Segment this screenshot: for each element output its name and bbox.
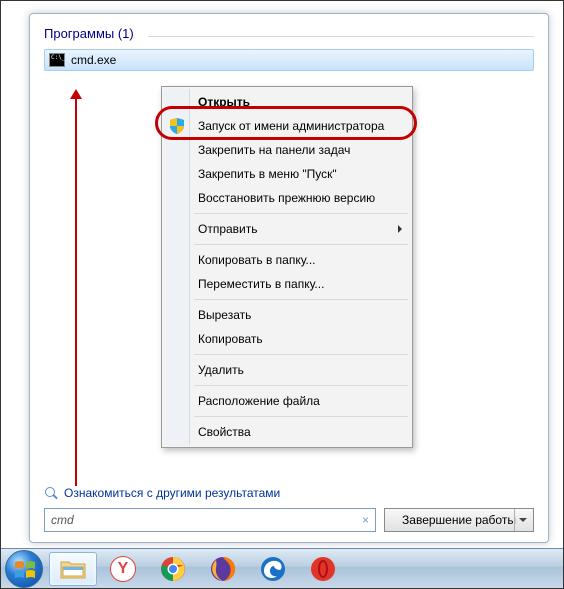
- ctx-cut-label: Вырезать: [198, 308, 251, 322]
- ctx-copy-label: Копировать: [198, 332, 263, 346]
- ctx-file-location[interactable]: Расположение файла: [164, 389, 410, 413]
- ctx-send-to-label: Отправить: [198, 222, 258, 236]
- shutdown-divider: [514, 509, 515, 531]
- ctx-properties[interactable]: Свойства: [164, 420, 410, 444]
- ctx-copy-to-folder[interactable]: Копировать в папку...: [164, 248, 410, 272]
- opera-icon: [310, 556, 336, 582]
- taskbar-explorer[interactable]: [49, 552, 97, 586]
- taskbar: Y: [1, 548, 563, 588]
- search-result-cmd[interactable]: cmd.exe: [44, 49, 534, 71]
- ctx-separator: [194, 385, 408, 386]
- ctx-cut[interactable]: Вырезать: [164, 303, 410, 327]
- uac-shield-icon: [170, 118, 184, 134]
- taskbar-edge[interactable]: [249, 552, 297, 586]
- ctx-run-as-admin[interactable]: Запуск от имени администратора: [164, 114, 410, 138]
- start-button[interactable]: [5, 550, 43, 588]
- taskbar-yandex[interactable]: Y: [99, 552, 147, 586]
- ctx-pin-taskbar-label: Закрепить на панели задач: [198, 143, 350, 157]
- ctx-pin-taskbar[interactable]: Закрепить на панели задач: [164, 138, 410, 162]
- search-icon: [44, 486, 58, 500]
- ctx-move-to-folder[interactable]: Переместить в папку...: [164, 272, 410, 296]
- ctx-properties-label: Свойства: [198, 425, 251, 439]
- ctx-move-to-label: Переместить в папку...: [198, 277, 324, 291]
- taskbar-firefox[interactable]: [199, 552, 247, 586]
- chrome-icon: [160, 556, 186, 582]
- edge-icon: [260, 556, 286, 582]
- ctx-separator: [194, 244, 408, 245]
- shutdown-button[interactable]: Завершение работы: [384, 508, 534, 532]
- ctx-restore-previous[interactable]: Восстановить прежнюю версию: [164, 186, 410, 210]
- ctx-separator: [194, 299, 408, 300]
- ctx-send-to[interactable]: Отправить: [164, 217, 410, 241]
- ctx-restore-previous-label: Восстановить прежнюю версию: [198, 191, 375, 205]
- ctx-pin-start-label: Закрепить в меню "Пуск": [198, 167, 337, 181]
- see-more-results-label: Ознакомиться с другими результатами: [64, 486, 280, 500]
- clear-search-icon[interactable]: ×: [362, 513, 369, 527]
- context-menu: Открыть Запуск от имени администратора З…: [161, 86, 413, 448]
- start-menu-bottom-row: cmd × Завершение работы: [44, 508, 534, 532]
- see-more-results-link[interactable]: Ознакомиться с другими результатами: [44, 486, 280, 500]
- taskbar-opera[interactable]: [299, 552, 347, 586]
- ctx-separator: [194, 354, 408, 355]
- ctx-separator: [194, 416, 408, 417]
- chevron-right-icon[interactable]: [519, 518, 527, 522]
- ctx-file-location-label: Расположение файла: [198, 394, 320, 408]
- programs-section-label: Программы (1): [44, 26, 134, 41]
- ctx-separator: [194, 213, 408, 214]
- search-input[interactable]: cmd ×: [44, 508, 376, 532]
- firefox-icon: [210, 556, 236, 582]
- search-input-value: cmd: [51, 513, 74, 527]
- taskbar-chrome[interactable]: [149, 552, 197, 586]
- ctx-copy-to-label: Копировать в папку...: [198, 253, 316, 267]
- file-explorer-icon: [60, 558, 86, 580]
- programs-section-header: Программы (1): [44, 26, 534, 43]
- search-result-label: cmd.exe: [71, 53, 116, 67]
- submenu-arrow-icon: [398, 225, 402, 233]
- ctx-open[interactable]: Открыть: [164, 90, 410, 114]
- ctx-run-as-admin-label: Запуск от имени администратора: [198, 119, 384, 133]
- shutdown-label: Завершение работы: [402, 513, 516, 527]
- cmd-icon: [49, 53, 65, 67]
- windows-logo-icon: [14, 559, 36, 581]
- ctx-delete-label: Удалить: [198, 363, 244, 377]
- ctx-open-label: Открыть: [198, 95, 250, 109]
- ctx-pin-start[interactable]: Закрепить в меню "Пуск": [164, 162, 410, 186]
- ctx-delete[interactable]: Удалить: [164, 358, 410, 382]
- yandex-icon: Y: [110, 556, 136, 582]
- ctx-copy[interactable]: Копировать: [164, 327, 410, 351]
